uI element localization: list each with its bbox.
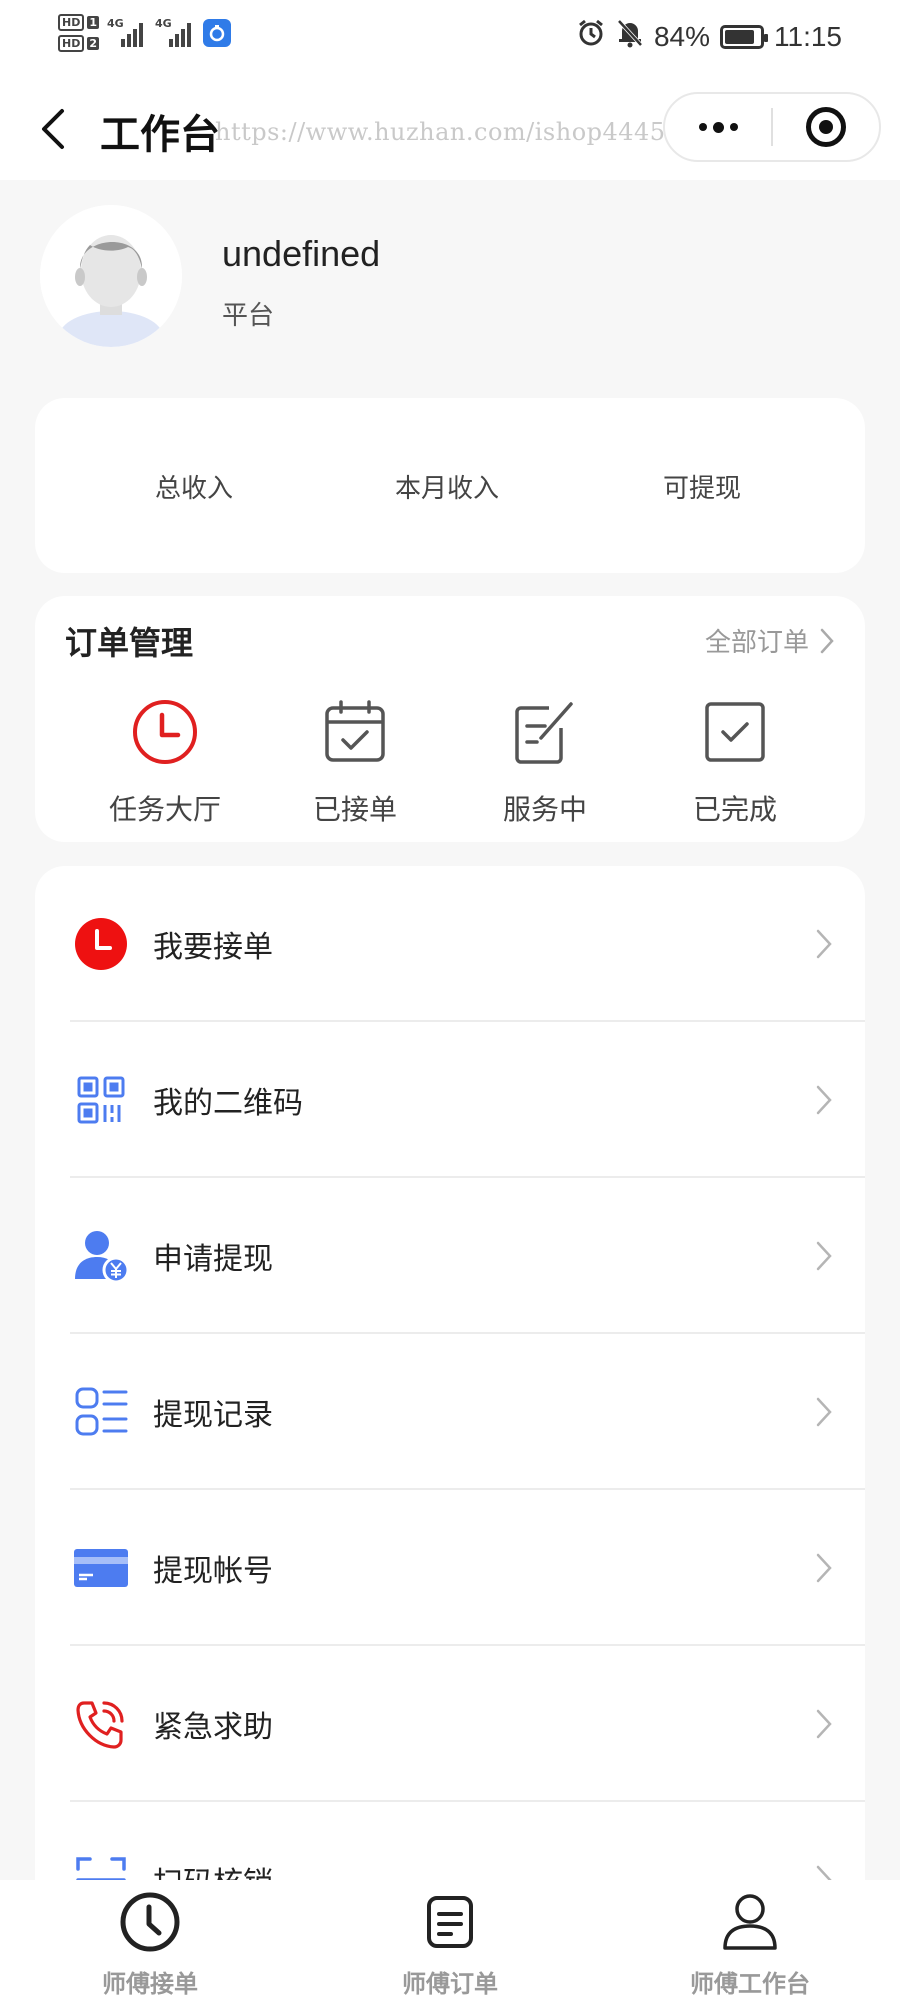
income-card: 总收入 本月收入 可提现 <box>35 398 865 573</box>
order-management-card: 订单管理 全部订单 任务大厅 已接单 服务中 已完成 <box>35 596 865 842</box>
alarm-icon <box>576 18 606 55</box>
mute-bell-icon <box>616 18 644 55</box>
list-icon <box>73 1384 129 1440</box>
status-left-group: HD 1 HD 2 4G 4G <box>58 14 231 52</box>
signal-icon: 4G <box>107 17 147 47</box>
menu-item-emergency-help[interactable]: 紧急求助 <box>35 1646 865 1802</box>
card-icon <box>73 1540 129 1596</box>
status-bar: HD 1 HD 2 4G 4G 84% 11:15 <box>0 0 900 80</box>
default-avatar-icon <box>40 205 182 347</box>
hd-label: HD <box>58 14 85 31</box>
monthly-income-label[interactable]: 本月收入 <box>395 468 499 505</box>
hd-indicator-1: HD 1 <box>58 14 99 31</box>
order-status-label: 已接单 <box>312 793 397 826</box>
battery-percent: 84% <box>653 20 710 52</box>
user-role: 平台 <box>222 301 275 331</box>
order-status-label: 服务中 <box>502 793 587 826</box>
withdrawable-label[interactable]: 可提现 <box>663 468 741 505</box>
menu-item-label: 我的二维码 <box>153 1086 303 1121</box>
hd-sim-number: 2 <box>87 37 99 50</box>
order-status-in-service[interactable]: 服务中 <box>465 696 625 828</box>
clock-filled-icon <box>73 916 129 972</box>
battery-icon <box>720 24 768 49</box>
menu-item-my-qr-code[interactable]: 我的二维码 <box>35 1022 865 1178</box>
tab-label: 师傅接单 <box>102 1970 198 1998</box>
bottom-tab-bar: 师傅接单 师傅订单 师傅工作台 <box>0 1880 900 2000</box>
back-button[interactable] <box>28 104 78 154</box>
chevron-right-icon <box>816 1397 832 1427</box>
more-dots-icon <box>698 121 738 133</box>
menu-item-label: 提现帐号 <box>153 1554 273 1589</box>
signal-icon: 4G <box>155 17 195 47</box>
navigation-bar: 工作台 https://www.huzhan.com/ishop44453 <box>0 80 900 180</box>
order-status-label: 任务大厅 <box>108 793 221 826</box>
chevron-right-icon <box>816 1085 832 1115</box>
tab-label: 师傅订单 <box>402 1970 498 1998</box>
tab-master-accept[interactable]: 师傅接单 <box>50 1890 250 1999</box>
all-orders-link[interactable]: 全部订单 <box>705 622 835 659</box>
chevron-right-icon <box>816 1553 832 1583</box>
avatar[interactable] <box>40 205 182 347</box>
menu-item-accept-orders[interactable]: 我要接单 <box>35 866 865 1022</box>
checkbox-icon <box>699 696 771 768</box>
watermark-text: https://www.huzhan.com/ishop44453 <box>215 118 682 146</box>
profile-header: undefined 平台 <box>40 205 860 355</box>
chevron-right-icon <box>816 1241 832 1271</box>
tab-label: 师傅工作台 <box>690 1970 810 1998</box>
all-orders-label: 全部订单 <box>704 628 809 658</box>
clock-icon <box>118 1890 182 1954</box>
menu-item-withdrawal-account[interactable]: 提现帐号 <box>35 1490 865 1646</box>
page-title: 工作台 <box>100 112 220 158</box>
chevron-right-icon <box>816 929 832 959</box>
app-notification-icon <box>203 19 231 47</box>
status-right-group: 84% 11:15 <box>576 18 842 55</box>
tab-master-workbench[interactable]: 师傅工作台 <box>650 1890 850 1999</box>
more-button[interactable] <box>665 94 771 160</box>
close-button[interactable] <box>773 94 879 160</box>
chevron-right-icon <box>820 628 834 653</box>
user-name: undefined <box>222 233 381 274</box>
close-target-icon <box>806 107 846 147</box>
menu-list-card: 我要接单 我的二维码 申请提现 提现记录 提现帐号 紧急求助 扫码核销 <box>35 866 865 1886</box>
menu-item-apply-withdrawal[interactable]: 申请提现 <box>35 1178 865 1334</box>
menu-item-scan-verify[interactable]: 扫码核销 <box>35 1802 865 1886</box>
order-status-label: 已完成 <box>692 793 777 826</box>
order-management-title: 订单管理 <box>65 624 194 662</box>
hd-label: HD <box>58 35 85 52</box>
document-icon <box>418 1890 482 1954</box>
hd-sim-number: 1 <box>87 16 99 29</box>
person-icon <box>718 1890 782 1954</box>
clock-time: 11:15 <box>774 20 842 52</box>
menu-item-label: 申请提现 <box>153 1242 273 1277</box>
order-status-completed[interactable]: 已完成 <box>655 696 815 828</box>
back-arrow-icon <box>42 109 64 149</box>
network-type: 4G <box>155 17 172 30</box>
total-income-label[interactable]: 总收入 <box>155 468 233 505</box>
battery-fill <box>725 29 754 44</box>
order-status-task-hall[interactable]: 任务大厅 <box>85 696 245 828</box>
user-yuan-icon <box>73 1228 129 1284</box>
hd-indicator-2: HD 2 <box>58 35 99 52</box>
phone-ring-icon <box>73 1696 129 1752</box>
chevron-right-icon <box>816 1709 832 1739</box>
mini-program-capsule <box>663 92 881 162</box>
menu-item-label: 紧急求助 <box>153 1710 273 1745</box>
menu-item-label: 我要接单 <box>153 930 273 965</box>
qr-code-icon <box>73 1072 129 1128</box>
network-type: 4G <box>107 17 124 30</box>
edit-note-icon <box>509 696 581 768</box>
tab-master-orders[interactable]: 师傅订单 <box>350 1890 550 1999</box>
menu-item-label: 提现记录 <box>153 1398 273 1433</box>
calendar-check-icon <box>319 696 391 768</box>
clock-icon <box>129 696 201 768</box>
hd-indicators: HD 1 HD 2 <box>58 14 99 52</box>
order-status-accepted[interactable]: 已接单 <box>275 696 435 828</box>
menu-item-withdrawal-records[interactable]: 提现记录 <box>35 1334 865 1490</box>
